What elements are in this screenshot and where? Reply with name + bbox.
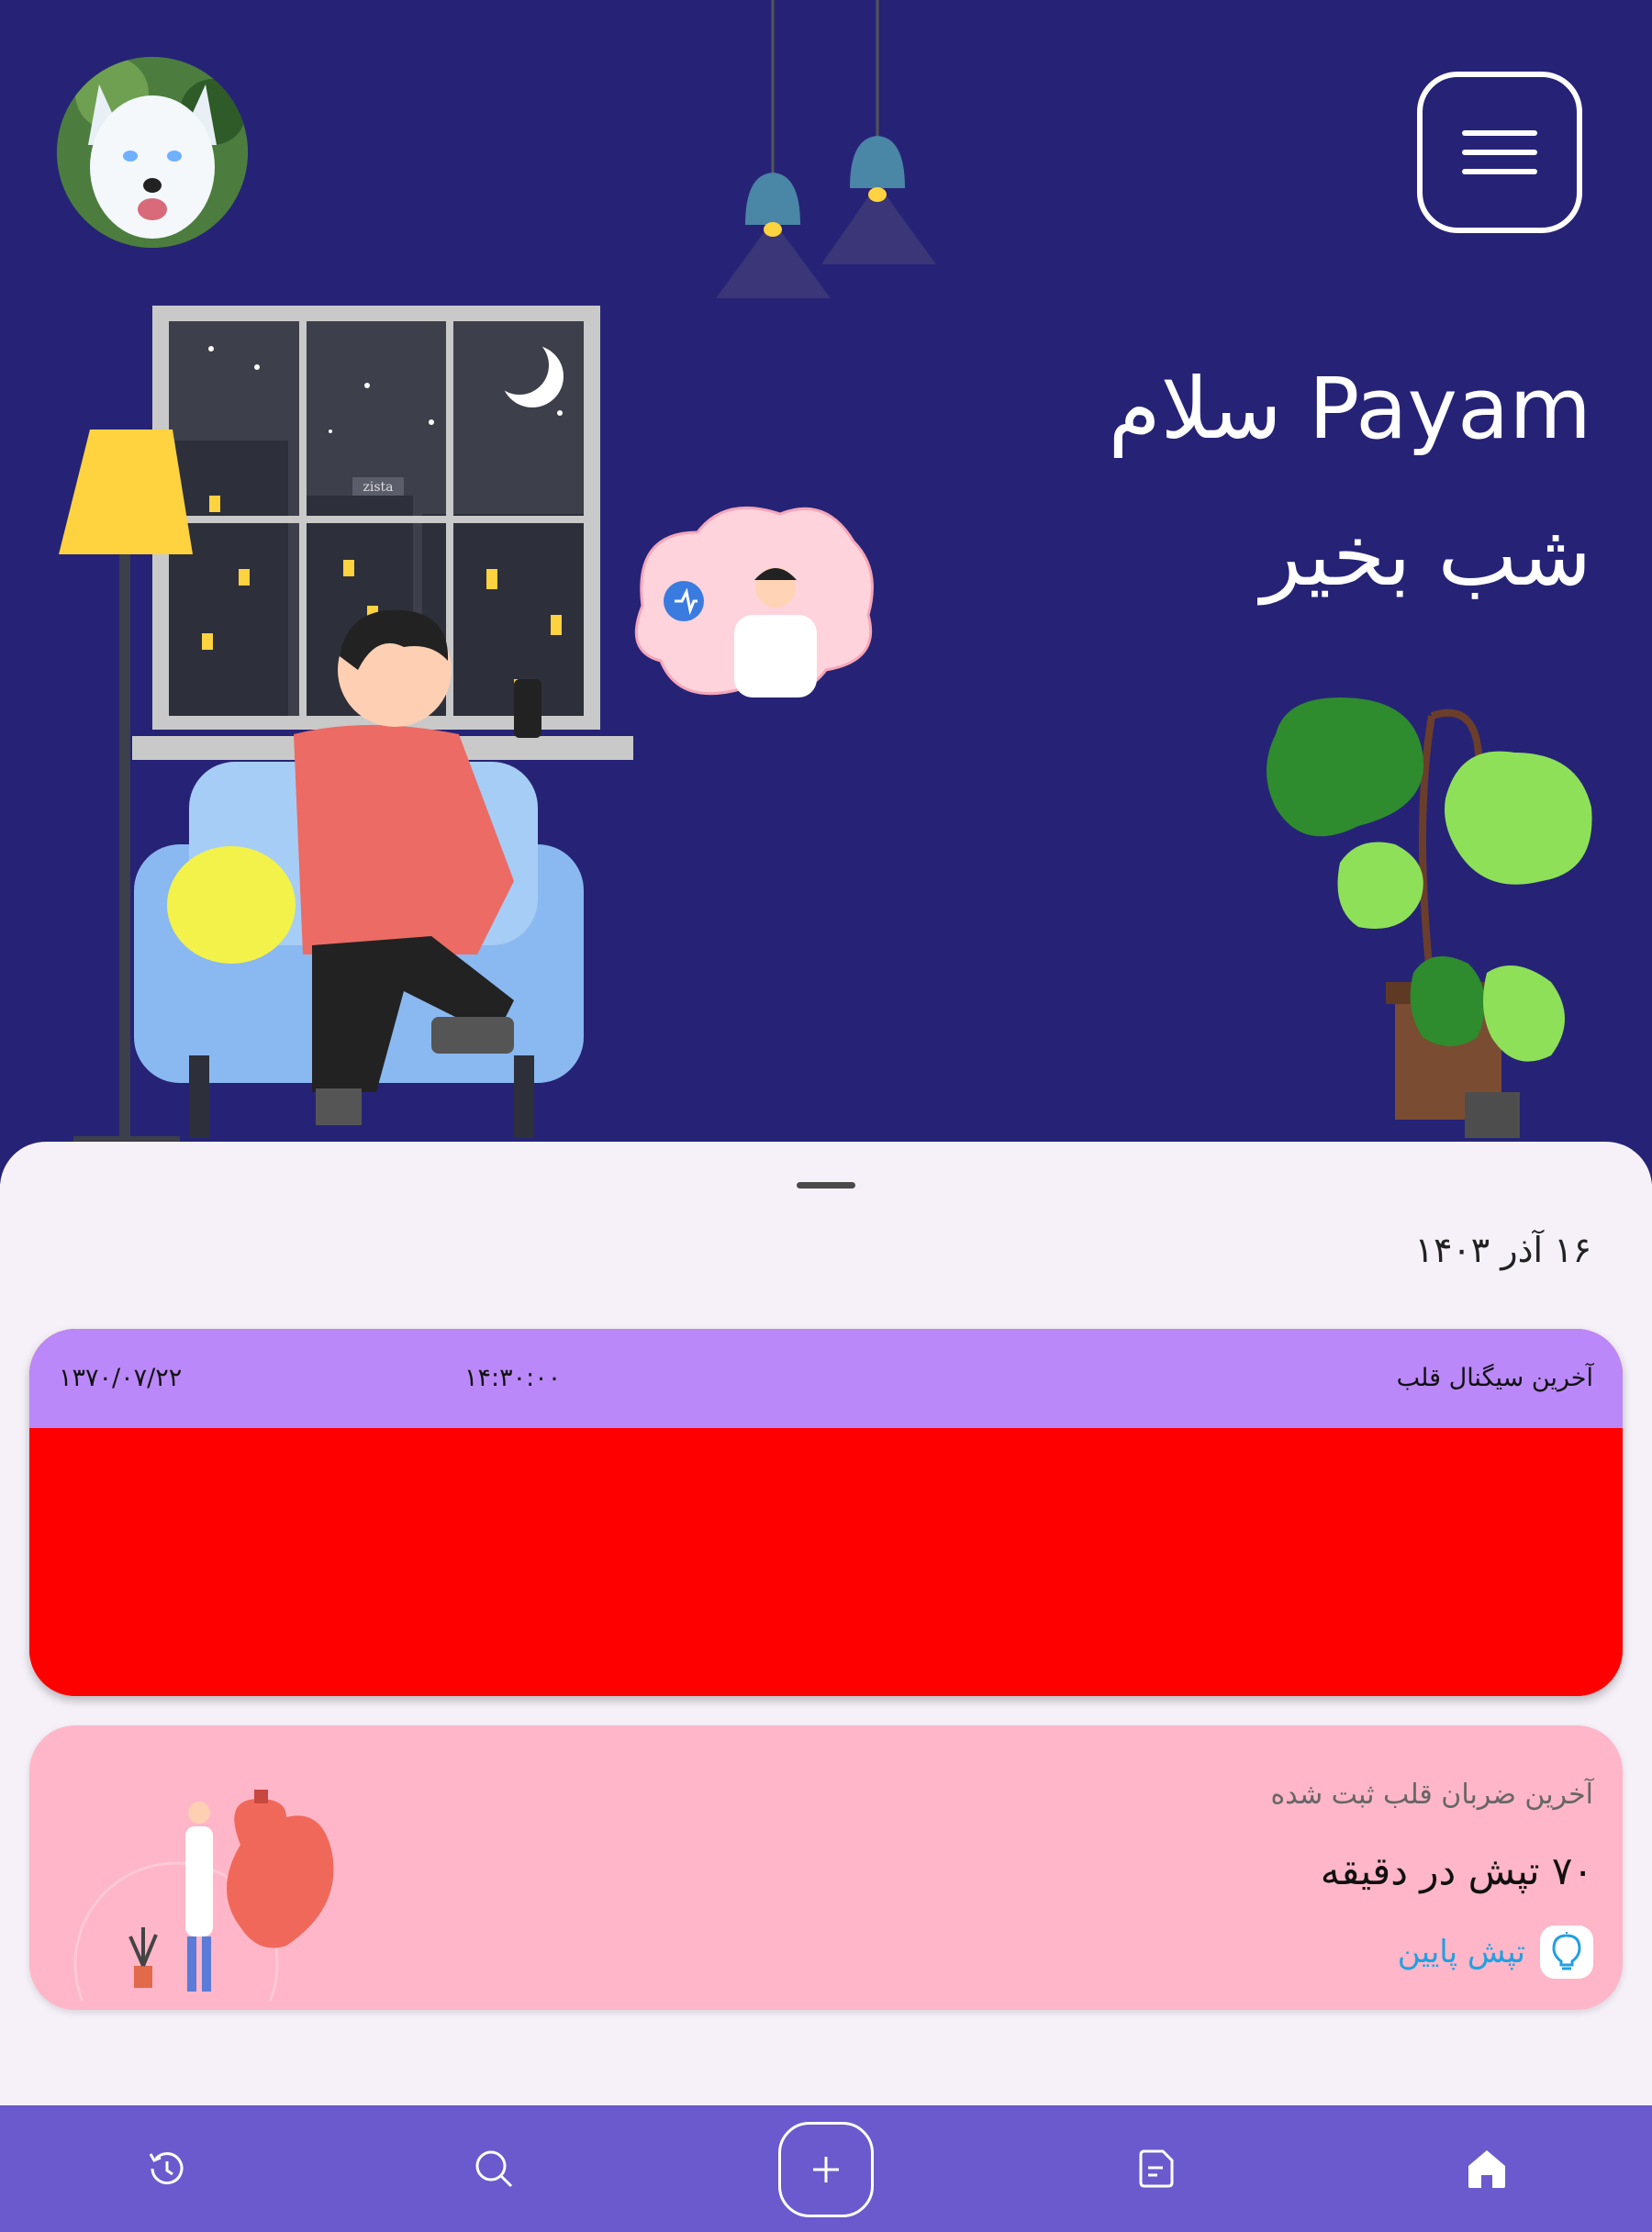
- ecg-signal-area: [29, 1428, 1623, 1696]
- ecg-date: ۱۳۷۰/۰۷/۲۲: [59, 1364, 183, 1392]
- heart-rate-value: ۷۰ تپش در دقیقه: [1320, 1848, 1593, 1893]
- drag-handle[interactable]: [797, 1182, 855, 1189]
- search-icon: [475, 2150, 513, 2188]
- doctor-heart-illustration: [73, 1790, 334, 2001]
- ecg-card-header: آخرین سیگنال قلب ۱۴:۳۰:۰۰ ۱۳۷۰/۰۷/۲۲: [29, 1329, 1623, 1428]
- time-greeting: شب بخیر: [1260, 507, 1591, 605]
- hamburger-icon: [1462, 130, 1537, 136]
- lightbulb-icon: [1540, 1925, 1593, 1979]
- ecg-title: آخرین سیگنال قلب: [1396, 1364, 1593, 1392]
- heart-rate-status-text: تپش پایین: [1397, 1934, 1525, 1970]
- nav-history[interactable]: [133, 2137, 197, 2201]
- ecg-signal-card[interactable]: آخرین سیگنال قلب ۱۴:۳۰:۰۰ ۱۳۷۰/۰۷/۲۲: [29, 1329, 1623, 1696]
- bottom-sheet: ۱۶ آذر ۱۴۰۳ آخرین سیگنال قلب ۱۴:۳۰:۰۰ ۱۳…: [0, 1142, 1652, 2105]
- nav-search[interactable]: [462, 2137, 526, 2201]
- heart-rate-card[interactable]: آخرین ضربان قلب ثبت شده ۷۰ تپش در دقیقه …: [29, 1725, 1623, 2010]
- home-icon: [1468, 2150, 1505, 2188]
- ecg-time: ۱۴:۳۰:۰۰: [464, 1364, 562, 1392]
- husky-avatar: [57, 57, 248, 248]
- nav-documents[interactable]: [1124, 2137, 1189, 2201]
- nav-add-button[interactable]: [778, 2122, 874, 2217]
- user-avatar[interactable]: [57, 57, 248, 248]
- current-date: ۱۶ آذر ۱۴۰۳: [1414, 1230, 1591, 1270]
- add-icon: [813, 2157, 839, 2182]
- bottom-navigation: [0, 2105, 1652, 2232]
- building-sign: zista: [363, 480, 393, 495]
- document-icon: [1139, 2149, 1174, 2188]
- history-icon: [149, 2152, 184, 2185]
- menu-button[interactable]: [1417, 72, 1582, 233]
- greeting-text: سلام Payam: [1108, 360, 1591, 458]
- hero-banner: zista سلام Payam شب بخیر: [0, 0, 1652, 1184]
- nav-home[interactable]: [1455, 2137, 1519, 2201]
- heart-rate-label: آخرین ضربان قلب ثبت شده: [1270, 1779, 1593, 1811]
- heart-rate-status: تپش پایین: [1398, 1925, 1593, 1979]
